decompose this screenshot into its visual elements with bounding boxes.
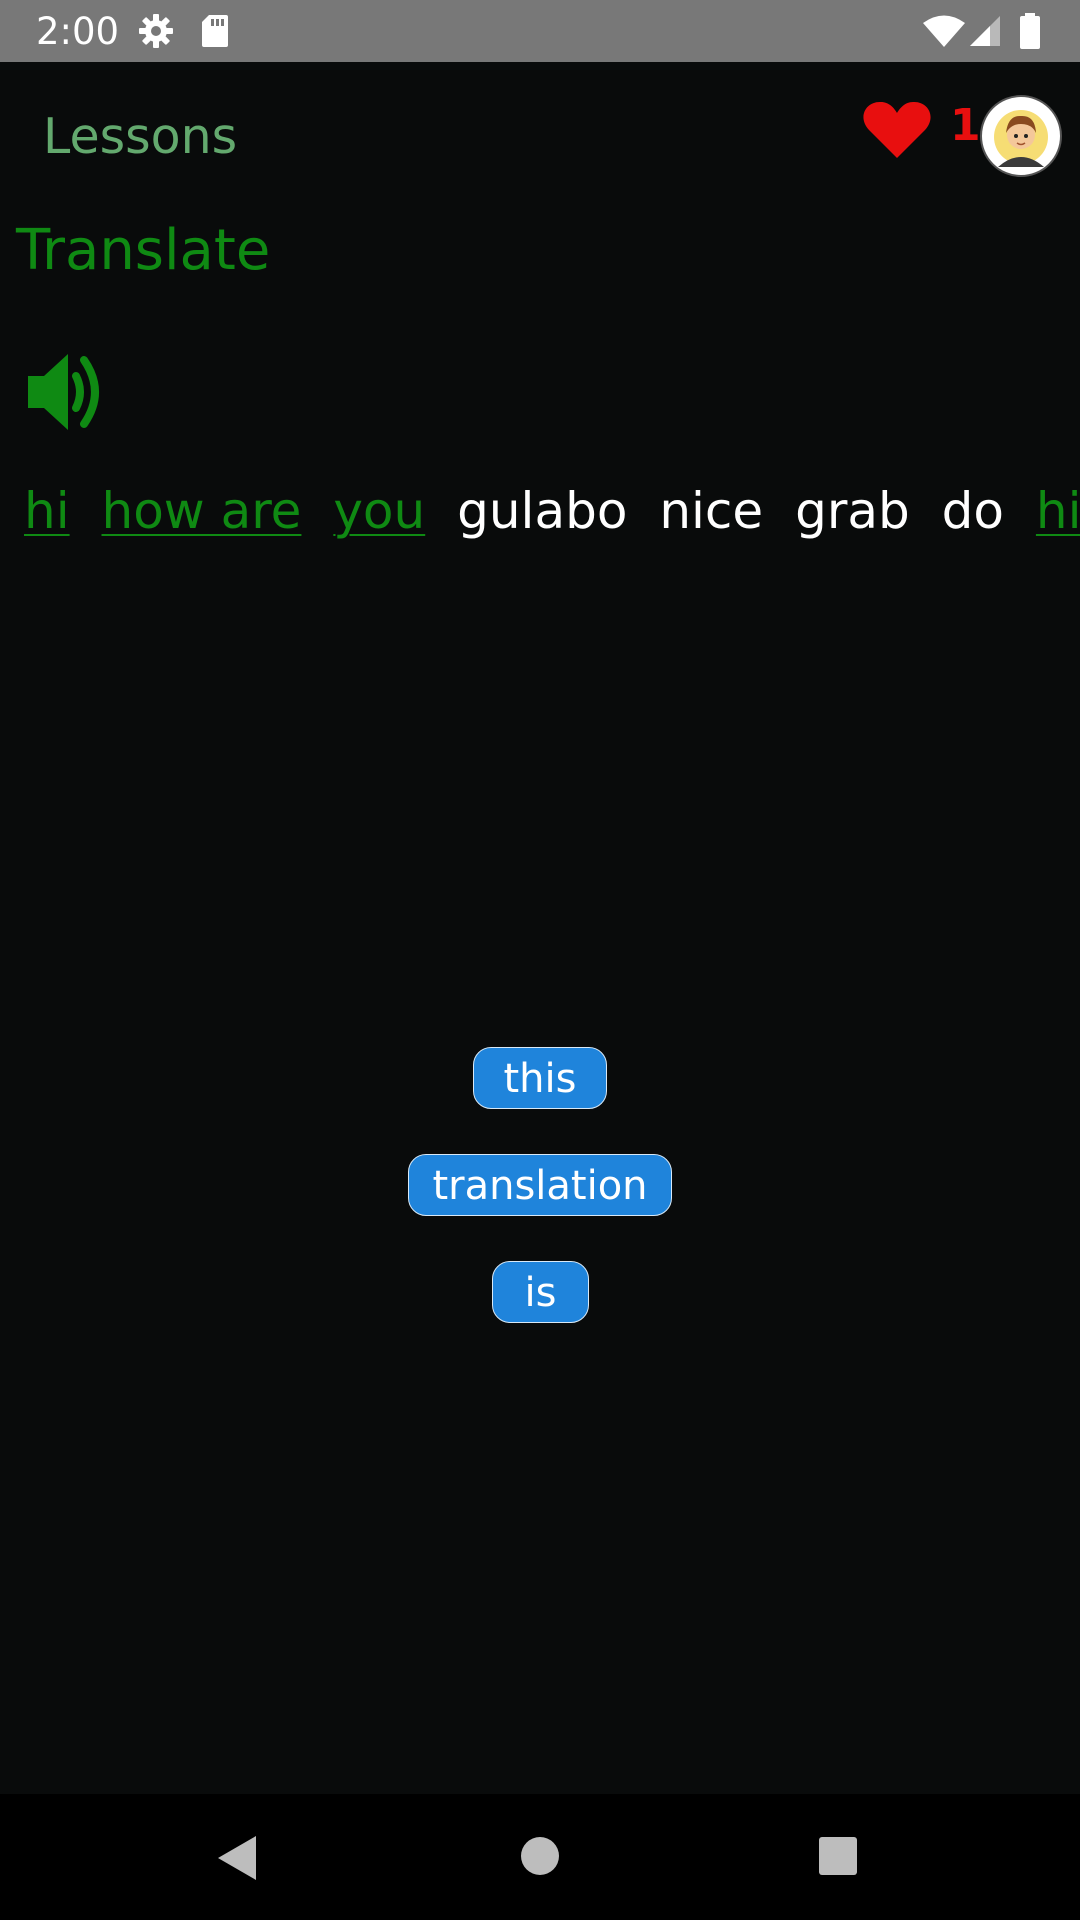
sentence-word: nice: [659, 482, 764, 540]
sentence-word-hint[interactable]: hi: [1036, 482, 1080, 540]
recents-icon[interactable]: [818, 1836, 858, 1876]
sentence-word: grab: [795, 482, 910, 540]
sd-card-icon: [202, 15, 228, 47]
hearts-count: 1: [950, 100, 981, 151]
sentence-word-hint[interactable]: hi: [24, 482, 70, 540]
home-icon[interactable]: [520, 1836, 560, 1876]
status-bar: 2:00: [0, 0, 1080, 62]
answer-chip-translation[interactable]: translation: [408, 1154, 672, 1216]
back-icon[interactable]: [216, 1834, 260, 1882]
wifi-icon: [923, 15, 965, 47]
system-nav-bar: [0, 1794, 1080, 1920]
user-avatar-icon: [994, 110, 1048, 167]
lessons-link[interactable]: Lessons: [43, 108, 237, 165]
battery-icon: [1020, 13, 1040, 49]
sentence-word: gulabo: [457, 482, 628, 540]
page-title: Translate: [16, 218, 271, 283]
app-screen: 2:00 Lessons 1 Translate hi how are you …: [0, 0, 1080, 1920]
settings-icon: [139, 14, 173, 48]
answer-chip-is[interactable]: is: [492, 1261, 589, 1323]
avatar[interactable]: [980, 95, 1062, 177]
sentence-word: do: [941, 482, 1005, 540]
speaker-icon[interactable]: [26, 352, 110, 432]
sentence-word-hint[interactable]: you: [333, 482, 425, 540]
status-time: 2:00: [36, 10, 120, 53]
answer-chip-this[interactable]: this: [473, 1047, 607, 1109]
source-sentence: hi how are you gulabo nice grab do hi ne…: [24, 482, 1080, 540]
heart-icon: [863, 101, 931, 158]
sentence-word-hint[interactable]: how are: [102, 482, 302, 540]
signal-icon: [970, 16, 1000, 46]
